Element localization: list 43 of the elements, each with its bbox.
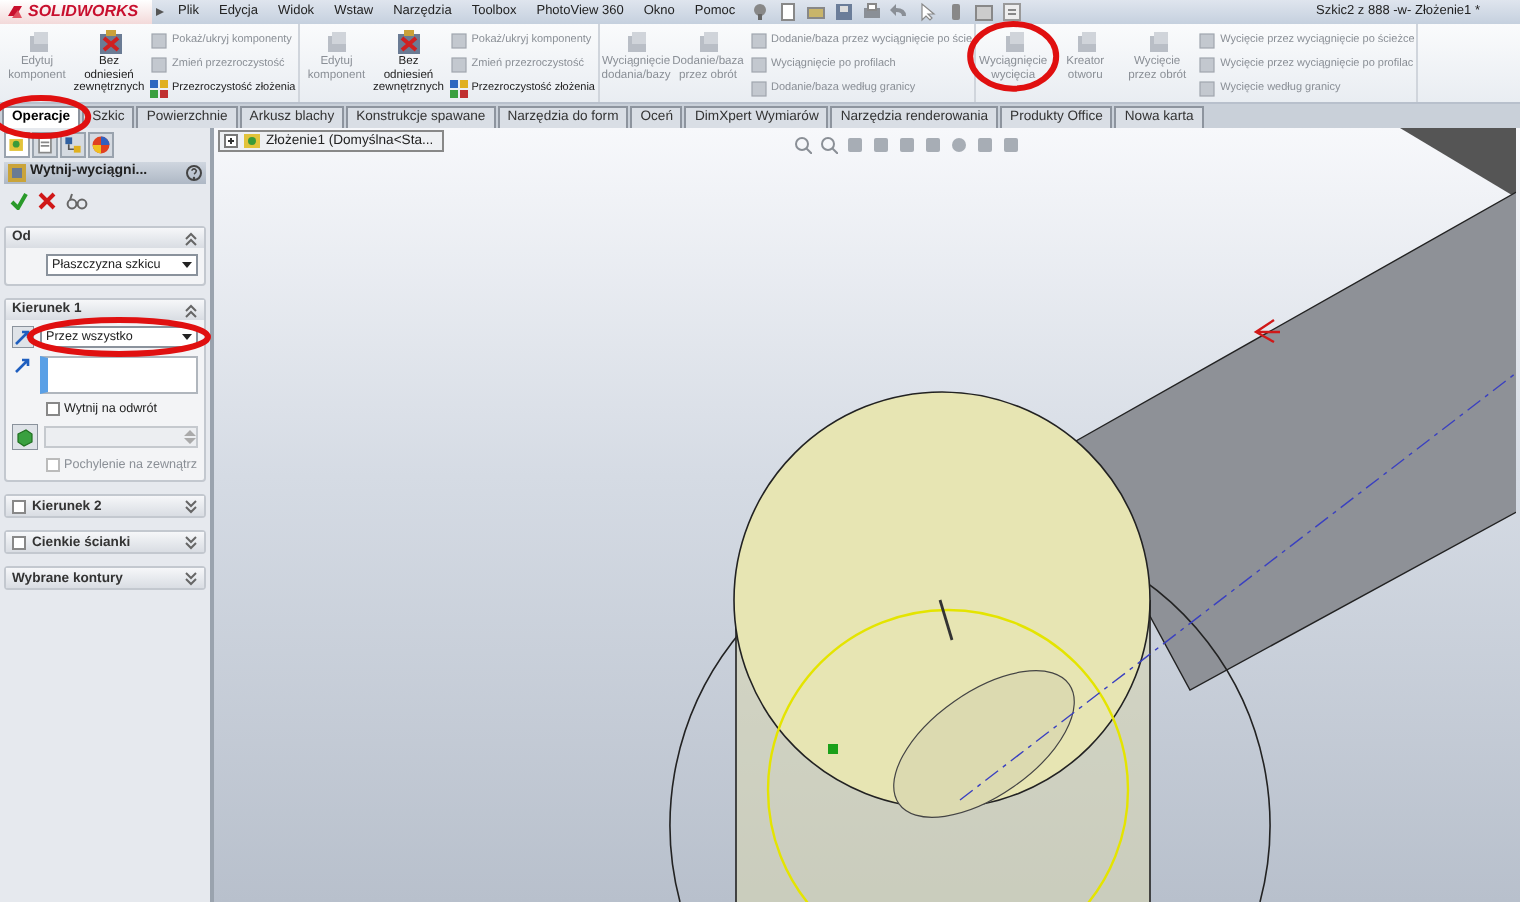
selection-list[interactable] xyxy=(40,356,198,394)
component-icon xyxy=(95,30,123,56)
zoom-icon[interactable] xyxy=(794,136,812,154)
menu-arrow-icon xyxy=(152,2,168,22)
checkmark-icon[interactable] xyxy=(10,192,28,210)
caret-icon xyxy=(182,333,192,341)
open-folder-icon[interactable] xyxy=(805,2,826,22)
appearance-icon[interactable] xyxy=(88,132,114,158)
caret-icon xyxy=(182,261,192,269)
extrude-cut-icon xyxy=(8,164,26,182)
assembly-icon xyxy=(242,132,262,150)
cursor-icon[interactable] xyxy=(917,2,938,22)
component-icon xyxy=(694,30,722,56)
expand-icon[interactable] xyxy=(184,499,198,514)
spin-arrows-icon xyxy=(184,428,196,447)
expand-icon[interactable] xyxy=(184,571,198,586)
collapse-icon[interactable] xyxy=(184,303,198,317)
expand-plus-icon[interactable] xyxy=(224,134,238,148)
close-icon[interactable] xyxy=(38,192,56,210)
depth-icon[interactable] xyxy=(12,424,38,451)
logo-text: SOLIDWORKS xyxy=(28,2,139,22)
undo-icon[interactable] xyxy=(889,2,910,22)
save-icon[interactable] xyxy=(833,2,854,22)
configuration-icon[interactable] xyxy=(60,132,86,158)
checkbox[interactable] xyxy=(12,499,26,514)
new-document-icon[interactable] xyxy=(777,2,798,22)
component-icon xyxy=(622,30,650,56)
checkbox[interactable] xyxy=(12,535,26,550)
expand-icon[interactable] xyxy=(184,535,198,550)
direction-arrow-icon xyxy=(12,356,34,374)
component-icon xyxy=(322,30,351,56)
glasses-icon[interactable] xyxy=(66,192,88,210)
transparency-icon xyxy=(449,79,468,97)
print-icon[interactable] xyxy=(861,2,882,22)
transparency-icon xyxy=(150,79,168,97)
pin-icon[interactable] xyxy=(749,2,770,22)
component-icon xyxy=(394,30,423,56)
collapse-icon[interactable] xyxy=(184,231,198,245)
list-icon[interactable] xyxy=(1001,2,1022,22)
options-icon[interactable] xyxy=(973,2,994,22)
logo-icon xyxy=(6,4,24,20)
zoom-area-icon[interactable] xyxy=(820,136,838,154)
help-icon[interactable] xyxy=(186,164,202,182)
